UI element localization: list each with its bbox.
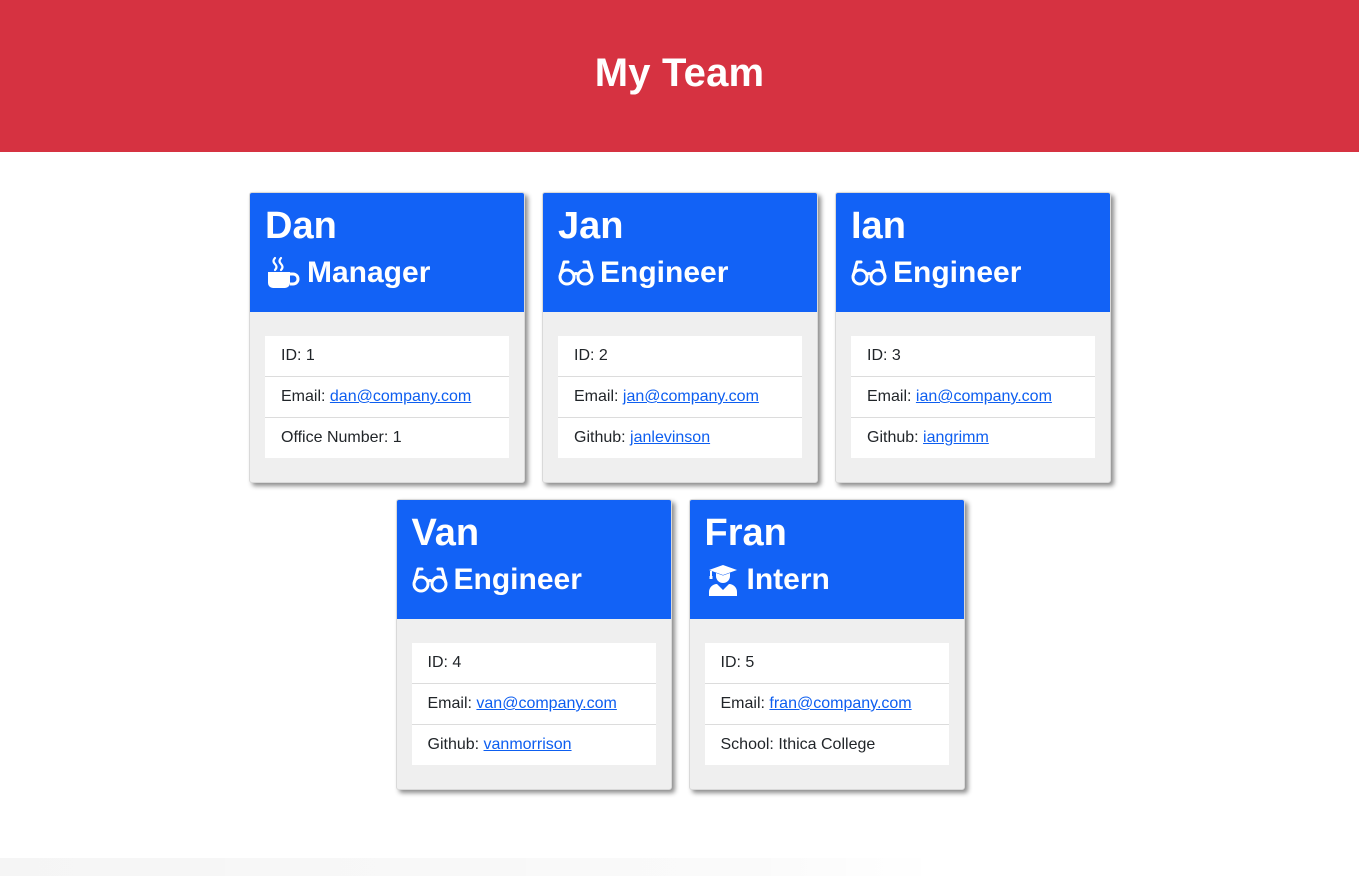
id-value: 3 [891, 347, 901, 364]
card-header: Dan Manager [250, 193, 524, 312]
card-body: ID: 2 Email: jan@company.com Github: janle… [543, 312, 817, 458]
id-value: 2 [598, 347, 608, 364]
glasses-icon [851, 256, 887, 290]
employee-email: Email: dan@company.com [265, 377, 509, 418]
employee-details: ID: 1 Email: dan@company.com Office Number… [265, 336, 509, 458]
employee-card: Van Engineer ID: 4 Email: van@company.com Gi… [395, 499, 672, 790]
id-value: 4 [452, 654, 462, 671]
extra-label: Github: [427, 736, 484, 753]
role-label: Engineer [600, 256, 729, 289]
employee-id: ID: 4 [411, 643, 656, 684]
employee-email: Email: van@company.com [411, 684, 656, 725]
employee-name: Fran [704, 512, 787, 554]
id-value: 5 [745, 654, 755, 671]
role-label: Manager [307, 256, 431, 289]
employee-role: Engineer [412, 562, 656, 598]
page-title: My Team [594, 50, 765, 95]
employee-card: Fran Intern ID: 5 Email: fran@company.com Sc… [688, 499, 965, 790]
email-label: Email: [867, 388, 916, 405]
employee-id: ID: 2 [558, 336, 802, 377]
role-label: Engineer [453, 563, 582, 596]
extra-label: Office Number: [281, 429, 393, 446]
glasses-icon [412, 563, 448, 597]
extra-label: School: [720, 736, 779, 753]
employee-role: Engineer [851, 255, 1095, 291]
card-header: Ian Engineer [836, 193, 1110, 312]
email-label: Email: [281, 388, 330, 405]
card-header: Fran Intern [689, 500, 964, 619]
role-label: Engineer [893, 256, 1022, 289]
employee-extra: Github: iangrimm [851, 418, 1095, 458]
email-link[interactable]: dan@company.com [330, 388, 471, 405]
github-link[interactable]: vanmorrison [484, 736, 572, 753]
card-body: ID: 4 Email: van@company.com Github: vanmo… [397, 619, 671, 765]
extra-value: 1 [392, 429, 402, 446]
graduate-icon [705, 563, 741, 597]
card-body: ID: 1 Email: dan@company.com Office Number… [250, 312, 524, 458]
employee-details: ID: 3 Email: ian@company.com Github: iangr… [851, 336, 1095, 458]
coffee-mug-icon [265, 256, 301, 290]
email-label: Email: [427, 695, 477, 712]
id-label: ID: [281, 347, 306, 364]
employee-extra: Github: vanmorrison [412, 725, 656, 765]
employee-name: Jan [558, 205, 624, 247]
employee-email: Email: ian@company.com [851, 377, 1095, 418]
employee-email: Email: fran@company.com [704, 684, 949, 725]
employee-details: ID: 5 Email: fran@company.com School: Ithi… [704, 643, 949, 765]
employee-id: ID: 1 [265, 336, 509, 377]
employee-name: Dan [265, 205, 337, 247]
email-link[interactable]: jan@company.com [623, 388, 759, 405]
employee-card: Dan Manager ID: 1 Email: dan@company.com Off… [249, 192, 525, 483]
email-link[interactable]: van@company.com [476, 695, 616, 712]
page-header: My Team [0, 0, 1359, 152]
id-label: ID: [427, 654, 453, 671]
id-value: 1 [305, 347, 315, 364]
employee-id: ID: 5 [704, 643, 949, 684]
employee-name: Van [411, 512, 480, 554]
employee-details: ID: 4 Email: van@company.com Github: vanmo… [411, 643, 656, 765]
employee-card: Ian Engineer ID: 3 Email: ian@company.com Gi… [835, 192, 1111, 483]
employee-extra: Github: janlevinson [558, 418, 802, 458]
email-label: Email: [574, 388, 623, 405]
extra-value: Ithica College [778, 736, 876, 753]
id-label: ID: [574, 347, 599, 364]
employee-card: Jan Engineer ID: 2 Email: jan@company.com Gi… [542, 192, 818, 483]
employee-email: Email: jan@company.com [558, 377, 802, 418]
id-label: ID: [867, 347, 892, 364]
id-label: ID: [720, 654, 746, 671]
card-body: ID: 3 Email: ian@company.com Github: iangr… [836, 312, 1110, 458]
bottom-shadow [0, 858, 940, 876]
employee-extra: Office Number: 1 [265, 418, 509, 458]
github-link[interactable]: iangrimm [923, 429, 989, 446]
employee-role: Engineer [558, 255, 802, 291]
employee-name: Ian [851, 205, 906, 247]
employee-role: Manager [265, 255, 509, 291]
extra-label: Github: [574, 429, 631, 446]
email-label: Email: [720, 695, 770, 712]
glasses-icon [558, 256, 594, 290]
team-grid: Dan Manager ID: 1 Email: dan@company.com Off… [238, 192, 1122, 790]
role-label: Intern [746, 563, 830, 596]
email-link[interactable]: ian@company.com [916, 388, 1052, 405]
extra-label: Github: [867, 429, 924, 446]
employee-id: ID: 3 [851, 336, 1095, 377]
email-link[interactable]: fran@company.com [769, 695, 911, 712]
card-header: Van Engineer [396, 500, 671, 619]
employee-role: Intern [705, 562, 949, 598]
card-header: Jan Engineer [543, 193, 817, 312]
github-link[interactable]: janlevinson [630, 429, 710, 446]
employee-extra: School: Ithica College [705, 725, 949, 765]
card-body: ID: 5 Email: fran@company.com School: Ithi… [690, 619, 964, 765]
employee-details: ID: 2 Email: jan@company.com Github: janle… [558, 336, 802, 458]
